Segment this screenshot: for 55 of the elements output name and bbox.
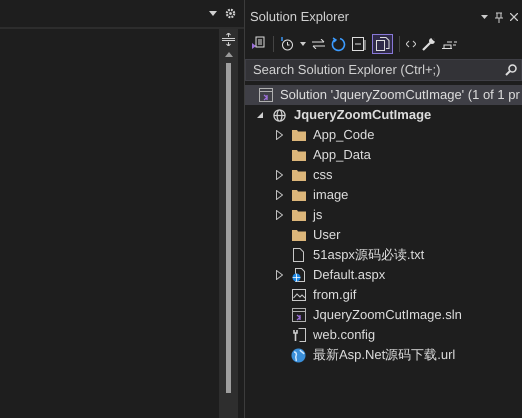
wrench-icon[interactable] [422,37,436,51]
tree-item[interactable]: from.gif [313,285,356,305]
solution-home-icon[interactable] [251,36,267,52]
tree-item[interactable]: web.config [313,325,376,345]
sync-arrows-icon[interactable] [312,39,325,49]
tree-item[interactable]: css [313,165,332,185]
dropdown-icon[interactable] [209,11,217,16]
vertical-scrollbar[interactable] [219,29,238,418]
config-file-icon [292,328,306,342]
settings-icon[interactable] [225,8,236,19]
scrollbar-thumb[interactable] [226,63,231,393]
file-icon [293,248,304,262]
tree-item[interactable]: App_Data [313,145,371,165]
refresh-icon[interactable] [331,36,346,52]
solution-label: Solution 'JqueryZoomCutImage' (1 of 1 pr [280,86,520,104]
folder-icon [292,209,306,221]
tree-item[interactable]: User [313,225,340,245]
code-icon[interactable] [406,40,416,48]
show-all-files-button[interactable] [372,34,393,54]
dropdown-icon[interactable] [481,15,488,19]
tree-item[interactable]: 51aspx源码必读.txt [313,245,424,265]
panel-title: Solution Explorer [250,8,350,26]
collapse-all-icon[interactable] [352,37,366,51]
tree-item[interactable]: image [313,185,348,205]
collapsed-arrow-icon[interactable] [276,270,282,280]
files-icon [376,37,390,51]
dropdown-icon[interactable] [300,42,306,46]
collapsed-arrow-icon[interactable] [276,130,282,140]
scroll-up-icon[interactable] [224,52,232,57]
preview-icon[interactable] [442,39,457,49]
tree-item[interactable]: 最新Asp.Net源码下载.url [313,345,456,365]
split-icon[interactable] [222,33,235,46]
solution-file-icon [292,308,306,322]
tree-item[interactable]: JqueryZoomCutImage.sln [313,305,462,325]
tree-item[interactable]: js [313,205,322,225]
tree-item[interactable]: JqueryZoomCutImage [294,105,432,125]
folder-icon [292,229,306,241]
folder-icon [292,149,306,161]
folder-icon [292,169,306,181]
folder-icon [292,129,306,141]
pin-icon[interactable] [495,12,503,22]
solution-row[interactable]: Solution 'JqueryZoomCutImage' (1 of 1 pr [245,85,522,105]
search-icon[interactable] [505,64,517,76]
globe-icon [291,348,306,362]
tree-item[interactable]: Default.aspx [313,265,386,285]
globe-icon [273,108,286,122]
tree-item[interactable]: App_Code [313,125,374,145]
search-field[interactable]: Search Solution Explorer (Ctrl+;) [245,59,522,81]
close-icon[interactable] [510,13,518,21]
image-icon [292,289,306,301]
web-page-icon [292,268,306,282]
solution-file-icon [259,88,273,102]
folder-icon [292,189,306,201]
history-icon[interactable] [280,37,294,51]
expanded-arrow-icon[interactable] [256,111,264,119]
